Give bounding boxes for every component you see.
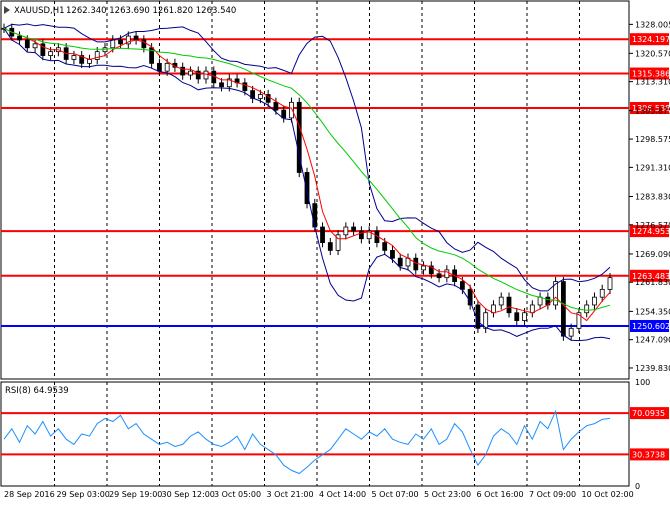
price-tick: 1328.005 bbox=[635, 20, 670, 29]
candle-body bbox=[118, 39, 123, 45]
candle-body bbox=[219, 82, 224, 88]
candle-body bbox=[327, 242, 333, 251]
candle-body bbox=[459, 281, 465, 290]
candle-body bbox=[164, 62, 170, 72]
candle-body bbox=[537, 296, 543, 306]
price-tick: 1269.090 bbox=[635, 250, 670, 259]
candle-body bbox=[436, 273, 442, 279]
candle-body bbox=[358, 230, 364, 240]
time-tick: 29 Sep 19:00 bbox=[109, 490, 162, 499]
time-tick: 6 Oct 16:00 bbox=[477, 490, 524, 499]
candle-body bbox=[71, 55, 77, 60]
candle-body bbox=[592, 296, 597, 306]
level-label: 1324.197 bbox=[632, 35, 670, 44]
candle-body bbox=[203, 70, 209, 80]
time-tick: 3 Oct 21:00 bbox=[267, 490, 314, 499]
price-tick: 1313.310 bbox=[635, 78, 670, 87]
candle-body bbox=[273, 101, 279, 111]
symbol-label: XAUUSD,H1 bbox=[14, 6, 65, 16]
time-tick: 29 Sep 03:00 bbox=[57, 490, 110, 499]
price-tick: 1261.830 bbox=[635, 278, 670, 287]
rsi-label: RSI(8) 64.9539 bbox=[5, 386, 69, 396]
candle-body bbox=[48, 51, 54, 56]
time-tick: 30 Sep 12:00 bbox=[162, 490, 215, 499]
candle-body bbox=[584, 304, 590, 314]
candle-body bbox=[351, 226, 357, 232]
level-label: 70.0935 bbox=[632, 409, 665, 418]
time-tick: 5 Oct 23:00 bbox=[424, 490, 471, 499]
candle-body bbox=[343, 226, 349, 236]
candle-body bbox=[390, 250, 395, 259]
candle-body bbox=[413, 257, 419, 271]
level-label: 30.3738 bbox=[632, 450, 665, 459]
candle-body bbox=[522, 312, 527, 321]
price-tick: 1283.830 bbox=[635, 193, 670, 202]
time-tick: 7 Oct 09:00 bbox=[529, 490, 576, 499]
candle-body bbox=[32, 43, 38, 49]
time-tick: 5 Oct 07:00 bbox=[372, 490, 419, 499]
candle-body bbox=[506, 296, 512, 314]
candle-body bbox=[498, 296, 504, 306]
candle-body bbox=[188, 70, 193, 76]
rsi-tick: 100 bbox=[635, 378, 650, 387]
time-tick: 4 Oct 14:00 bbox=[319, 490, 366, 499]
price-tick: 1291.310 bbox=[635, 163, 670, 172]
time-tick: 28 Sep 2016 bbox=[4, 490, 55, 499]
chart-header: XAUUSD,H1 1262.340 1263.690 1261.820 126… bbox=[4, 6, 236, 16]
candle-body bbox=[382, 242, 388, 251]
candle-body bbox=[281, 109, 287, 119]
candle-body bbox=[257, 94, 263, 99]
price-chart[interactable]: 1324.197 1315.386 1306.538 1274.953 1263.483… bbox=[0, 0, 670, 502]
ohlc-label: 1262.340 1263.690 1261.820 1263.540 bbox=[66, 6, 236, 16]
candle-body bbox=[397, 257, 403, 267]
price-tick: 1276.570 bbox=[635, 221, 670, 230]
time-tick: 3 Oct 05:00 bbox=[214, 490, 261, 499]
candle-body bbox=[560, 281, 566, 337]
candle-body bbox=[312, 203, 318, 228]
price-tick: 1239.830 bbox=[635, 364, 670, 373]
candle-body bbox=[133, 35, 139, 41]
candle-body bbox=[599, 288, 605, 298]
rsi-tick: 0 bbox=[635, 482, 640, 491]
candle-body bbox=[24, 39, 30, 49]
price-tick: 1298.575 bbox=[635, 135, 670, 144]
candle-body bbox=[320, 226, 325, 244]
level-label: 1250.602 bbox=[632, 322, 670, 331]
price-tick: 1254.350 bbox=[635, 307, 670, 316]
time-tick: 10 Oct 02:00 bbox=[582, 490, 634, 499]
candle-body bbox=[514, 312, 520, 321]
price-tick: 1320.570 bbox=[635, 49, 670, 58]
price-tick: 1247.090 bbox=[635, 336, 670, 345]
candle-body bbox=[568, 327, 574, 337]
candle-body bbox=[156, 62, 162, 72]
candle-body bbox=[110, 39, 116, 49]
candle-body bbox=[87, 59, 92, 64]
candle-body bbox=[607, 277, 613, 290]
price-tick: 1305.875 bbox=[635, 107, 670, 116]
candle-body bbox=[421, 265, 426, 271]
candle-body bbox=[17, 35, 22, 41]
candle-body bbox=[444, 269, 450, 279]
